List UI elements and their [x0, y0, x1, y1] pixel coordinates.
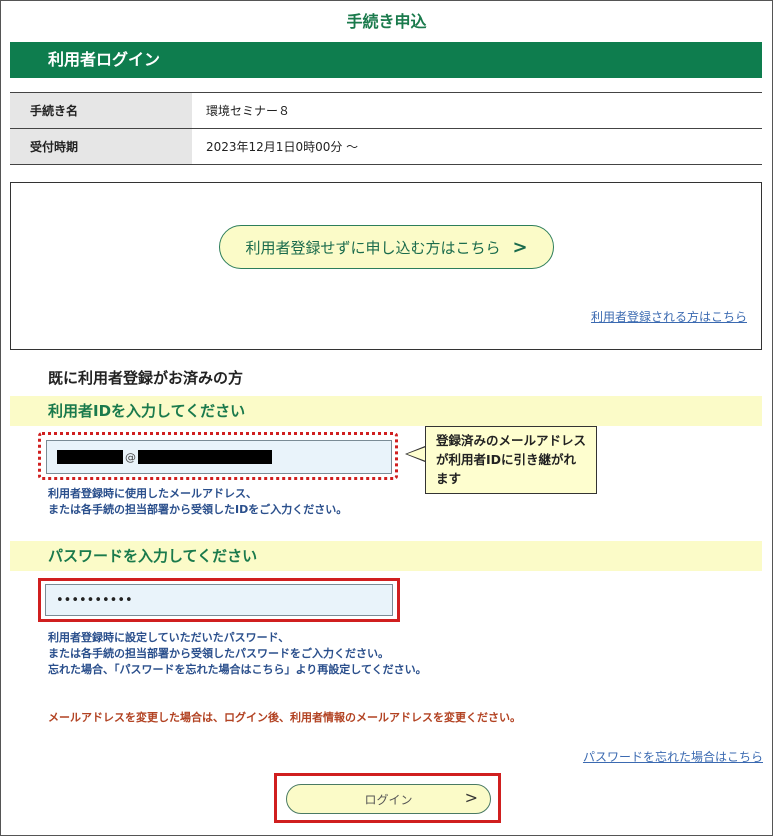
user-id-input[interactable]: @: [46, 440, 392, 474]
password-heading: パスワードを入力してください: [10, 541, 762, 571]
page-title: 手続き申込: [346, 12, 427, 31]
masked-text: [138, 450, 272, 464]
at-sign: @: [125, 450, 136, 464]
login-button[interactable]: ログイン >: [286, 784, 491, 814]
apply-without-registration-button[interactable]: 利用者登録せずに申し込む方はこちら >: [219, 225, 554, 269]
login-button-label: ログイン: [364, 792, 413, 807]
procedure-name-value: 環境セミナー８: [192, 92, 762, 129]
masked-text: [57, 450, 123, 464]
chevron-right-icon: >: [464, 788, 478, 807]
chevron-right-icon: >: [512, 236, 528, 258]
password-hint-line: 利用者登録時に設定していただいたパスワード、: [48, 631, 290, 644]
procedure-name-label: 手続き名: [10, 92, 192, 129]
callout-pointer-fill: [407, 447, 426, 461]
password-hint-line: 忘れた場合、「パスワードを忘れた場合はこちら」より再設定してください。: [48, 663, 427, 676]
user-id-hint-line: または各手続の担当部署から受領したIDをご入力ください。: [48, 503, 348, 516]
guest-apply-box: 利用者登録せずに申し込む方はこちら > 利用者登録される方はこちら: [10, 182, 762, 350]
forgot-password-link[interactable]: パスワードを忘れた場合はこちら: [583, 748, 763, 765]
reception-period-value: 2023年12月1日0時00分 ～: [192, 128, 762, 165]
registered-users-heading: 既に利用者登録がお済みの方: [48, 369, 244, 387]
table-row: 受付時期 2023年12月1日0時00分 ～: [10, 128, 762, 165]
password-input[interactable]: ••••••••••: [45, 584, 393, 616]
table-row: 手続き名 環境セミナー８: [10, 92, 762, 129]
login-section-bar: 利用者ログイン: [10, 42, 762, 78]
procedure-info-table: 手続き名 環境セミナー８ 受付時期 2023年12月1日0時00分 ～: [10, 92, 762, 165]
id-migration-callout: 登録済みのメールアドレスが利用者IDに引き継がれます: [425, 426, 597, 494]
email-change-warning: メールアドレスを変更した場合は、ログイン後、利用者情報のメールアドレスを変更くだ…: [48, 711, 521, 724]
password-hint-line: または各手続の担当部署から受領したパスワードをご入力ください。: [48, 647, 389, 660]
user-id-heading: 利用者IDを入力してください: [10, 396, 762, 426]
password-hint: 利用者登録時に設定していただいたパスワード、 または各手続の担当部署から受領した…: [48, 630, 427, 678]
user-id-hint: 利用者登録時に使用したメールアドレス、 または各手続の担当部署から受領したIDを…: [48, 486, 347, 518]
reception-period-label: 受付時期: [10, 128, 192, 165]
register-user-link[interactable]: 利用者登録される方はこちら: [591, 308, 747, 325]
user-id-hint-line: 利用者登録時に使用したメールアドレス、: [48, 487, 257, 500]
apply-without-registration-label: 利用者登録せずに申し込む方はこちら: [245, 238, 501, 257]
